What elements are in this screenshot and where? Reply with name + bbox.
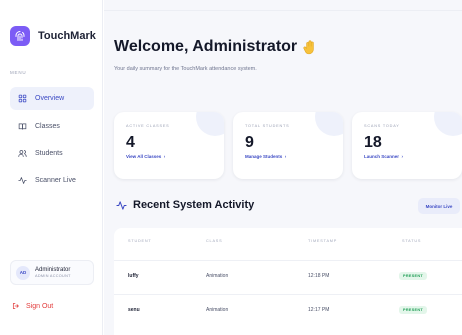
arrow-right-icon: › — [283, 154, 287, 159]
sidebar-item-label: Scanner Live — [35, 177, 76, 184]
stat-value: 18 — [364, 134, 382, 151]
brand[interactable]: TouchMark — [10, 26, 96, 46]
user-name: Administrator — [35, 266, 71, 273]
sign-out-label: Sign Out — [26, 302, 54, 310]
stat-label: TOTAL STUDENTS — [245, 124, 290, 128]
user-card[interactable]: AD Administrator ADMIN ACCOUNT — [10, 260, 94, 285]
brand-name: TouchMark — [38, 30, 96, 42]
launch-scanner-link[interactable]: Launch Scanner › — [364, 154, 403, 159]
activity-table: STUDENT CLASS TIMESTAMP STATUS luffy Ani… — [114, 228, 462, 335]
pulse-icon — [18, 176, 30, 185]
view-all-classes-link[interactable]: View All Classes › — [126, 154, 165, 159]
stat-card-active-classes: ACTIVE CLASSES 4 View All Classes › — [114, 112, 224, 179]
header-divider — [104, 10, 462, 11]
student-cell: senu — [128, 307, 140, 313]
column-header-status[interactable]: STATUS — [402, 228, 421, 254]
table-row[interactable]: luffy Animation 12:18 PM PRESENT — [114, 260, 462, 290]
sign-out-icon — [12, 302, 20, 310]
column-header-student[interactable]: STUDENT — [128, 228, 152, 254]
stat-card-total-students: TOTAL STUDENTS 9 Manage Students › — [233, 112, 343, 179]
class-cell: Animation — [206, 273, 229, 279]
stat-label: ACTIVE CLASSES — [126, 124, 170, 128]
page-title-text: Welcome, Administrator — [114, 38, 298, 55]
status-cell: PRESENT — [399, 295, 428, 325]
stat-link-label: Launch Scanner — [364, 154, 400, 159]
sidebar-item-overview[interactable]: Overview — [10, 87, 94, 110]
stat-value: 9 — [245, 134, 254, 151]
arrow-right-icon: › — [400, 154, 404, 159]
column-header-class[interactable]: CLASS — [206, 228, 222, 254]
stat-card-scans-today: SCANS TODAY 18 Launch Scanner › — [352, 112, 462, 179]
waving-hand-icon — [303, 39, 317, 55]
grid-icon — [18, 94, 30, 103]
stat-value: 4 — [126, 134, 135, 151]
student-cell: luffy — [128, 273, 139, 279]
status-badge: PRESENT — [399, 272, 428, 280]
stat-label: SCANS TODAY — [364, 124, 400, 128]
class-cell: Animation — [206, 307, 229, 313]
stat-link-label: Manage Students — [245, 154, 283, 159]
sidebar-item-students[interactable]: Students — [10, 142, 94, 165]
user-role: ADMIN ACCOUNT — [35, 273, 71, 278]
card-decoration — [434, 112, 462, 136]
arrow-right-icon: › — [162, 154, 166, 159]
menu-heading: MENU — [10, 70, 27, 75]
table-row[interactable]: senu Animation 12:17 PM PRESENT — [114, 294, 462, 324]
book-icon — [18, 122, 30, 131]
sidebar-item-classes[interactable]: Classes — [10, 115, 94, 138]
card-decoration — [315, 112, 343, 136]
avatar: AD — [16, 265, 30, 280]
main-content: Welcome, Administrator Your daily summar… — [104, 0, 462, 335]
column-header-timestamp[interactable]: TIMESTAMP — [308, 228, 337, 254]
sidebar-item-label: Students — [35, 150, 63, 157]
timestamp-cell: 12:18 PM — [308, 273, 330, 279]
activity-title: Recent System Activity — [133, 199, 255, 211]
sidebar-item-scanner-live[interactable]: Scanner Live — [10, 169, 94, 192]
users-icon — [18, 149, 30, 158]
sidebar: TouchMark MENU Overview Classes Students — [0, 0, 103, 335]
status-cell: PRESENT — [399, 261, 428, 291]
activity-heading: Recent System Activity — [116, 199, 254, 211]
status-badge: PRESENT — [399, 306, 428, 314]
sign-out-button[interactable]: Sign Out — [12, 302, 53, 310]
monitor-live-button[interactable]: Monitor Live — [418, 198, 460, 214]
sidebar-item-label: Classes — [35, 123, 60, 130]
sidebar-item-label: Overview — [35, 95, 65, 102]
manage-students-link[interactable]: Manage Students › — [245, 154, 286, 159]
page-title: Welcome, Administrator — [114, 38, 317, 56]
page-subtitle: Your daily summary for the TouchMark att… — [114, 66, 257, 72]
fingerprint-icon — [10, 26, 30, 46]
stat-link-label: View All Classes — [126, 154, 162, 159]
timestamp-cell: 12:17 PM — [308, 307, 330, 313]
pulse-icon — [116, 200, 127, 211]
card-decoration — [196, 112, 224, 136]
